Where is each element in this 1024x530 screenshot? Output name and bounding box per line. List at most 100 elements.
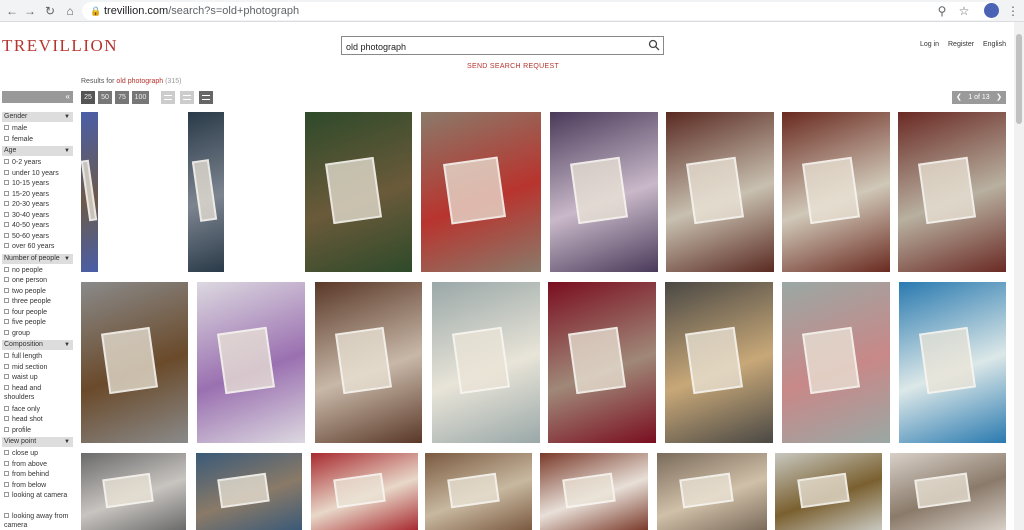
medium-grid-view-button[interactable] xyxy=(180,91,194,104)
filter-section-header[interactable]: Number of people ▼ xyxy=(2,253,73,264)
checkbox[interactable] xyxy=(4,363,9,369)
checkbox[interactable] xyxy=(4,180,9,185)
filter-option[interactable]: looking at camera xyxy=(4,491,73,500)
filter-option[interactable]: head shot xyxy=(4,415,73,424)
result-thumbnail[interactable] xyxy=(775,453,882,530)
filter-option[interactable]: 10-15 years xyxy=(4,179,73,188)
checkbox[interactable] xyxy=(4,513,9,518)
result-thumbnail[interactable] xyxy=(665,282,773,443)
filter-option[interactable]: mid section xyxy=(4,363,73,372)
checkbox[interactable] xyxy=(4,460,9,466)
next-page-icon[interactable]: ❯ xyxy=(996,91,1002,104)
filter-option[interactable]: head and shoulders xyxy=(4,384,73,402)
send-search-request-link[interactable]: SEND SEARCH REQUEST xyxy=(467,63,559,70)
large-grid-view-button[interactable] xyxy=(161,91,175,104)
checkbox[interactable] xyxy=(4,287,9,293)
result-thumbnail[interactable] xyxy=(425,453,532,530)
checkbox[interactable] xyxy=(4,232,9,238)
result-thumbnail[interactable] xyxy=(548,282,656,443)
filter-section-header[interactable]: Gender ▼ xyxy=(2,112,73,122)
filter-option[interactable]: over 60 years xyxy=(4,242,73,251)
checkbox[interactable] xyxy=(4,374,9,379)
filter-option[interactable]: from below xyxy=(4,481,73,490)
result-thumbnail[interactable] xyxy=(81,453,186,530)
filter-option[interactable]: waist up xyxy=(4,373,73,382)
search-field[interactable] xyxy=(341,36,664,56)
filter-option[interactable]: five people xyxy=(4,318,73,327)
filter-option[interactable]: two people xyxy=(4,287,73,296)
home-icon[interactable]: ⌂ xyxy=(62,3,78,19)
filter-section-header[interactable]: View point ▼ xyxy=(2,437,73,447)
checkbox[interactable] xyxy=(4,222,9,227)
checkbox[interactable] xyxy=(4,277,9,282)
per-page-25-button[interactable]: 25 xyxy=(81,91,95,104)
language-link[interactable]: English xyxy=(983,41,1006,48)
filter-option[interactable]: 50-60 years xyxy=(4,232,73,241)
per-page-75-button[interactable]: 75 xyxy=(115,91,129,104)
checkbox[interactable] xyxy=(4,471,9,476)
checkbox[interactable] xyxy=(4,492,9,497)
result-thumbnail[interactable] xyxy=(782,282,890,443)
checkbox[interactable] xyxy=(4,159,9,164)
result-thumbnail[interactable] xyxy=(550,112,658,272)
checkbox[interactable] xyxy=(4,450,9,455)
checkbox[interactable] xyxy=(4,125,9,130)
result-thumbnail[interactable] xyxy=(421,112,541,272)
filter-option[interactable]: female xyxy=(4,135,73,144)
checkbox[interactable] xyxy=(4,329,9,335)
filter-option[interactable]: male xyxy=(4,124,73,133)
result-thumbnail[interactable] xyxy=(782,112,890,272)
filter-option[interactable]: 0-2 years xyxy=(4,158,73,167)
filter-option[interactable]: close up xyxy=(4,449,73,458)
star-icon[interactable]: ☆ xyxy=(956,3,972,19)
page-scrollbar[interactable] xyxy=(1014,22,1024,530)
filter-option[interactable]: from above xyxy=(4,460,73,469)
login-link[interactable]: Log in xyxy=(920,41,939,48)
checkbox[interactable] xyxy=(4,353,9,358)
checkbox[interactable] xyxy=(4,135,9,141)
checkbox[interactable] xyxy=(4,405,9,411)
scrollbar-thumb[interactable] xyxy=(1016,34,1022,124)
search-icon[interactable] xyxy=(648,39,660,51)
result-thumbnail[interactable] xyxy=(197,282,305,443)
checkbox[interactable] xyxy=(4,384,9,390)
checkbox[interactable] xyxy=(4,201,9,206)
filter-option[interactable]: from behind xyxy=(4,470,73,479)
arrow-right-icon[interactable]: → xyxy=(22,3,38,19)
filter-option[interactable]: group xyxy=(4,329,73,338)
result-thumbnail[interactable] xyxy=(188,112,224,272)
checkbox[interactable] xyxy=(4,481,9,487)
filter-option[interactable]: 15-20 years xyxy=(4,190,73,199)
filter-option[interactable]: 40-50 years xyxy=(4,221,73,230)
result-thumbnail[interactable] xyxy=(81,112,98,272)
result-thumbnail[interactable] xyxy=(311,453,418,530)
result-thumbnail[interactable] xyxy=(81,282,188,443)
avatar[interactable] xyxy=(984,3,999,18)
result-thumbnail[interactable] xyxy=(432,282,540,443)
checkbox[interactable] xyxy=(4,243,9,248)
result-thumbnail[interactable] xyxy=(898,112,1006,272)
register-link[interactable]: Register xyxy=(948,41,974,48)
checkbox[interactable] xyxy=(4,426,9,432)
double-chevron-left-icon[interactable]: « xyxy=(2,91,73,103)
result-thumbnail[interactable] xyxy=(666,112,774,272)
filter-option[interactable]: under 10 years xyxy=(4,169,73,178)
checkbox[interactable] xyxy=(4,190,9,196)
kebab-menu-icon[interactable]: ⋮ xyxy=(1005,3,1021,19)
small-grid-view-button[interactable] xyxy=(199,91,213,104)
arrow-left-icon[interactable]: ← xyxy=(4,3,20,19)
filter-option[interactable]: looking away from camera xyxy=(4,512,73,530)
checkbox[interactable] xyxy=(4,298,9,303)
filter-option[interactable]: one person xyxy=(4,276,73,285)
checkbox[interactable] xyxy=(4,266,9,272)
prev-page-icon[interactable]: ❮ xyxy=(956,91,962,104)
site-logo[interactable]: TREVILLION xyxy=(2,36,118,56)
address-bar[interactable]: 🔒 trevillion.com/search?s=old+photograph xyxy=(82,2,998,20)
result-thumbnail[interactable] xyxy=(305,112,412,272)
reload-icon[interactable]: ↻ xyxy=(42,3,58,19)
per-page-100-button[interactable]: 100 xyxy=(132,91,149,104)
checkbox[interactable] xyxy=(4,169,9,175)
filter-option[interactable]: no people xyxy=(4,266,73,275)
search-input[interactable] xyxy=(342,38,642,56)
checkbox[interactable] xyxy=(4,416,9,421)
